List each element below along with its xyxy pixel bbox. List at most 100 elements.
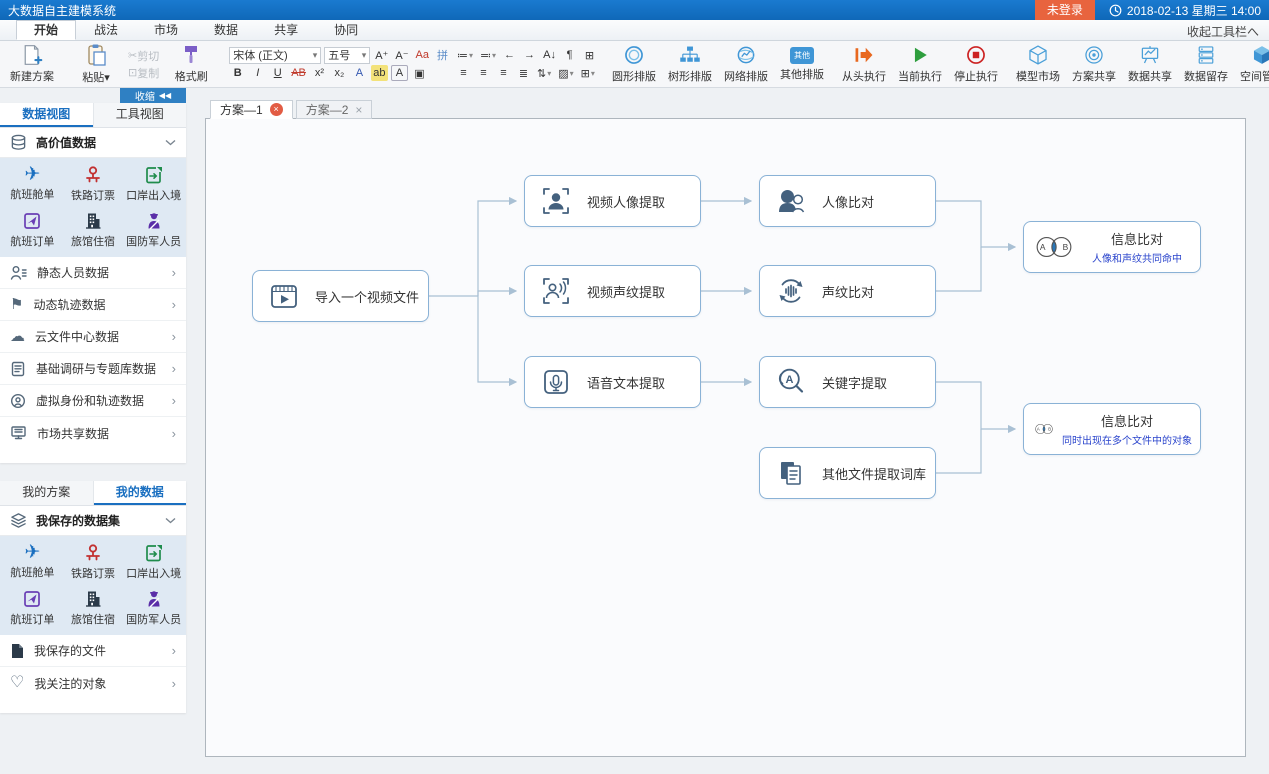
ribbon-tab-start[interactable]: 开始 (16, 20, 76, 40)
tab-my-data[interactable]: 我的数据 (94, 481, 187, 505)
grid-item-flight-manifest[interactable]: ✈ 航班舱单 (2, 543, 63, 581)
node-keyword-extract[interactable]: A 关键字提取 (759, 356, 936, 408)
grid-item-flight-order[interactable]: 航班订单 (2, 589, 63, 627)
grow-font-button[interactable]: A⁺ (373, 47, 390, 63)
change-case-button[interactable]: Aa (414, 47, 431, 63)
copy-button[interactable]: ⊡复制 (126, 65, 161, 81)
grid-item-military-personnel[interactable]: 国防军人员 (123, 211, 184, 249)
node-video-voiceprint-extract[interactable]: 视频声纹提取 (524, 265, 701, 317)
tab-data-view[interactable]: 数据视图 (0, 103, 94, 127)
circle-layout-button[interactable]: 圆形排版 (606, 43, 662, 85)
superscript-button[interactable]: x² (311, 65, 328, 81)
pinyin-button[interactable]: 拼 (434, 47, 451, 63)
ribbon-tab-data[interactable]: 数据 (196, 20, 256, 40)
run-from-start-button[interactable]: 从头执行 (836, 43, 892, 85)
section-high-value-data[interactable]: 高价值数据 (0, 128, 186, 158)
data-retention-button[interactable]: 数据留存 (1178, 43, 1234, 85)
node-import-video[interactable]: 导入一个视频文件 (252, 270, 429, 322)
section-my-saved-datasets[interactable]: 我保存的数据集 (0, 506, 186, 536)
insert-table-button[interactable]: ⊞ (581, 47, 598, 63)
sort-button[interactable]: A↓ (541, 47, 558, 63)
align-right-button[interactable]: ≡ (495, 65, 512, 81)
paragraph-group: ≔▾ ≕▾ ← → A↓ ¶ ⊞ ≡ ≡ ≡ ≣ ⇅▾ ▨▾ ⊞▾ (453, 43, 600, 85)
run-current-button[interactable]: 当前执行 (892, 43, 948, 85)
stop-run-button[interactable]: 停止执行 (948, 43, 1004, 85)
grid-item-flight-order[interactable]: 航班订单 (2, 211, 63, 249)
sidebar-item-my-followed-objects[interactable]: ♡ 我关注的对象 › (0, 667, 186, 699)
node-info-compare-2[interactable]: A B 信息比对 同时出现在多个文件中的对象 (1023, 403, 1201, 455)
sidebar-item-dynamic-track[interactable]: ⚑ 动态轨迹数据 › (0, 289, 186, 321)
cut-button[interactable]: ✂剪切 (126, 48, 161, 64)
grid-item-military-personnel[interactable]: 国防军人员 (123, 589, 184, 627)
align-left-button[interactable]: ≡ (455, 65, 472, 81)
sidebar-item-static-personnel[interactable]: 静态人员数据 › (0, 257, 186, 289)
grid-item-hotel-stay[interactable]: 旅馆住宿 (63, 211, 124, 249)
node-other-files-lexicon[interactable]: 其他文件提取词库 (759, 447, 936, 499)
font-size-select[interactable]: 五号▾ (324, 47, 370, 64)
new-plan-button[interactable]: 新建方案 (4, 43, 60, 85)
tab-my-plans[interactable]: 我的方案 (0, 481, 94, 505)
sidebar-item-market-shared[interactable]: 市场共享数据 › (0, 417, 186, 449)
collapse-toolbar-button[interactable]: 收起工具栏へ (1187, 23, 1259, 40)
grid-item-rail-ticket[interactable]: 铁路订票 (63, 543, 124, 581)
shrink-font-button[interactable]: A⁻ (393, 47, 410, 63)
sidebar-item-cloud-file[interactable]: ☁ 云文件中心数据 › (0, 321, 186, 353)
numbered-list-button[interactable]: ≕▾ (478, 47, 498, 63)
character-shading-button[interactable]: ▣ (411, 65, 428, 81)
strikethrough-button[interactable]: AB (289, 65, 308, 81)
subscript-button[interactable]: x₂ (331, 65, 348, 81)
paragraph-marks-button[interactable]: ¶ (561, 47, 578, 63)
justify-button[interactable]: ≣ (515, 65, 532, 81)
increase-indent-button[interactable]: → (521, 47, 538, 63)
grid-item-border-entry-exit[interactable]: 口岸出入境 (123, 543, 184, 581)
line-spacing-button[interactable]: ⇅▾ (535, 65, 553, 81)
format-painter-button[interactable]: 格式刷 (163, 43, 219, 85)
bullet-list-button[interactable]: ≔▾ (455, 47, 475, 63)
node-info-compare-1[interactable]: A B 信息比对 人像和声纹共同命中 (1023, 221, 1201, 273)
grid-item-flight-manifest[interactable]: ✈ 航班舱单 (2, 165, 63, 203)
shading-fill-button[interactable]: ▨▾ (556, 65, 575, 81)
node-video-face-extract[interactable]: 视频人像提取 (524, 175, 701, 227)
sidebar-item-my-saved-files[interactable]: 我保存的文件 › (0, 635, 186, 667)
login-status-badge[interactable]: 未登录 (1035, 0, 1095, 20)
character-border-button[interactable]: A (391, 65, 408, 81)
face-in-frame-icon (538, 183, 574, 219)
node-speech-to-text-extract[interactable]: 语音文本提取 (524, 356, 701, 408)
ribbon-tab-market[interactable]: 市场 (136, 20, 196, 40)
grid-item-hotel-stay[interactable]: 旅馆住宿 (63, 589, 124, 627)
ribbon-tab-collab[interactable]: 协同 (316, 20, 376, 40)
paste-button[interactable]: 粘贴▾ (68, 42, 124, 86)
tab-tool-view[interactable]: 工具视图 (94, 103, 187, 127)
plan-share-button[interactable]: 方案共享 (1066, 43, 1122, 85)
underline-button[interactable]: U (269, 65, 286, 81)
ribbon-tab-share[interactable]: 共享 (256, 20, 316, 40)
font-color-button[interactable]: A (351, 65, 368, 81)
font-family-select[interactable]: 宋体 (正文)▾ (229, 47, 321, 64)
highlight-button[interactable]: ab (371, 65, 388, 81)
other-layout-button[interactable]: 其他 其他排版 (774, 43, 830, 85)
decrease-indent-button[interactable]: ← (501, 47, 518, 63)
network-layout-button[interactable]: 网络排版 (718, 43, 774, 85)
sidebar-item-basic-research[interactable]: 基础调研与专题库数据 › (0, 353, 186, 385)
close-tab-icon[interactable]: × (355, 103, 362, 117)
bold-button[interactable]: B (229, 65, 246, 81)
data-share-button[interactable]: 数据共享 (1122, 43, 1178, 85)
sidebar-collapse-button[interactable]: 收缩 ◀◀ (120, 88, 186, 103)
space-management-button[interactable]: 空间管理 (1234, 43, 1269, 85)
chevron-right-icon: › (172, 643, 176, 658)
node-face-compare[interactable]: 人像比对 (759, 175, 936, 227)
grid-item-rail-ticket[interactable]: 铁路订票 (63, 165, 124, 203)
flow-canvas[interactable]: 导入一个视频文件 视频人像提取 视频声纹提取 (205, 118, 1246, 757)
model-market-button[interactable]: 模型市场 (1010, 43, 1066, 85)
sidebar-item-virtual-identity[interactable]: 虚拟身份和轨迹数据 › (0, 385, 186, 417)
plan-tab-1[interactable]: 方案—1 × (210, 100, 293, 119)
tree-layout-button[interactable]: 树形排版 (662, 43, 718, 85)
italic-button[interactable]: I (249, 65, 266, 81)
plan-tab-2[interactable]: 方案—2 × (296, 100, 373, 119)
ribbon-tab-tactics[interactable]: 战法 (76, 20, 136, 40)
borders-button[interactable]: ⊞▾ (579, 65, 597, 81)
grid-item-border-entry-exit[interactable]: 口岸出入境 (123, 165, 184, 203)
node-voiceprint-compare[interactable]: 声纹比对 (759, 265, 936, 317)
close-tab-icon[interactable]: × (270, 103, 283, 116)
align-center-button[interactable]: ≡ (475, 65, 492, 81)
